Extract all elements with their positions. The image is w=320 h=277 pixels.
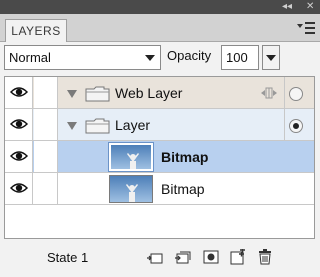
visibility-toggle[interactable] [5, 77, 33, 108]
active-layer-radio[interactable] [289, 119, 303, 133]
trash-icon[interactable] [258, 249, 272, 265]
new-sublayer-icon[interactable] [146, 249, 164, 265]
bitmap-thumbnail [109, 175, 153, 203]
eye-icon [10, 119, 28, 129]
person-figure-icon [126, 184, 138, 202]
bitmap-thumbnail [108, 142, 154, 172]
layer-row-web-layer[interactable]: Web Layer [5, 77, 314, 109]
visibility-toggle[interactable] [5, 141, 33, 172]
chevron-down-icon [266, 55, 276, 61]
active-layer-radio[interactable] [289, 87, 303, 101]
column-divider [284, 77, 285, 109]
close-panel-icon[interactable]: ✕ [306, 1, 314, 13]
visibility-toggle[interactable] [5, 109, 33, 140]
tab-layers[interactable]: LAYERS [5, 19, 67, 42]
lock-toggle[interactable] [34, 109, 58, 140]
layer-name: Web Layer [115, 85, 183, 101]
layer-name: Layer [115, 117, 151, 133]
panel-title-bar: ◂◂ ✕ [0, 0, 320, 14]
opacity-slider-button[interactable] [262, 45, 280, 70]
panel-menu-icon[interactable] [297, 21, 315, 35]
eye-icon [10, 87, 28, 97]
state-label: State 1 [47, 250, 89, 265]
duplicate-layer-icon[interactable] [174, 249, 192, 265]
folder-icon [85, 86, 110, 102]
blend-mode-select[interactable]: Normal [4, 45, 161, 70]
lock-toggle[interactable] [34, 77, 58, 108]
layer-row-layer[interactable]: Layer [5, 109, 314, 141]
panel-status-bar: State 1 [0, 240, 320, 277]
eye-icon [10, 151, 28, 161]
chevron-down-icon [145, 55, 155, 61]
visibility-toggle[interactable] [5, 173, 33, 204]
opacity-label: Opacity [167, 48, 212, 63]
collapse-panel-icon[interactable]: ◂◂ [282, 1, 292, 13]
layer-row-bitmap[interactable]: Bitmap [5, 173, 314, 205]
eye-icon [10, 183, 28, 193]
layer-row-bitmap-selected[interactable]: Bitmap [5, 141, 314, 173]
layer-name: Bitmap [161, 149, 209, 165]
folder-icon [85, 118, 110, 134]
panel-tab-row: LAYERS [0, 14, 320, 42]
layers-list: Web Layer Layer Bitmap Bitmap [4, 76, 315, 239]
person-figure-icon [127, 153, 139, 169]
opacity-input[interactable]: 100 [221, 45, 259, 70]
expand-triangle-icon[interactable] [67, 122, 77, 130]
expand-triangle-icon[interactable] [67, 90, 77, 98]
layer-name: Bitmap [161, 181, 205, 197]
new-layer-icon[interactable] [230, 249, 246, 265]
column-divider [284, 109, 285, 141]
lock-toggle[interactable] [34, 141, 58, 172]
blend-mode-value: Normal [9, 50, 51, 65]
add-mask-icon[interactable] [203, 249, 219, 265]
web-layer-move-icon [261, 87, 277, 99]
lock-toggle[interactable] [34, 173, 58, 204]
